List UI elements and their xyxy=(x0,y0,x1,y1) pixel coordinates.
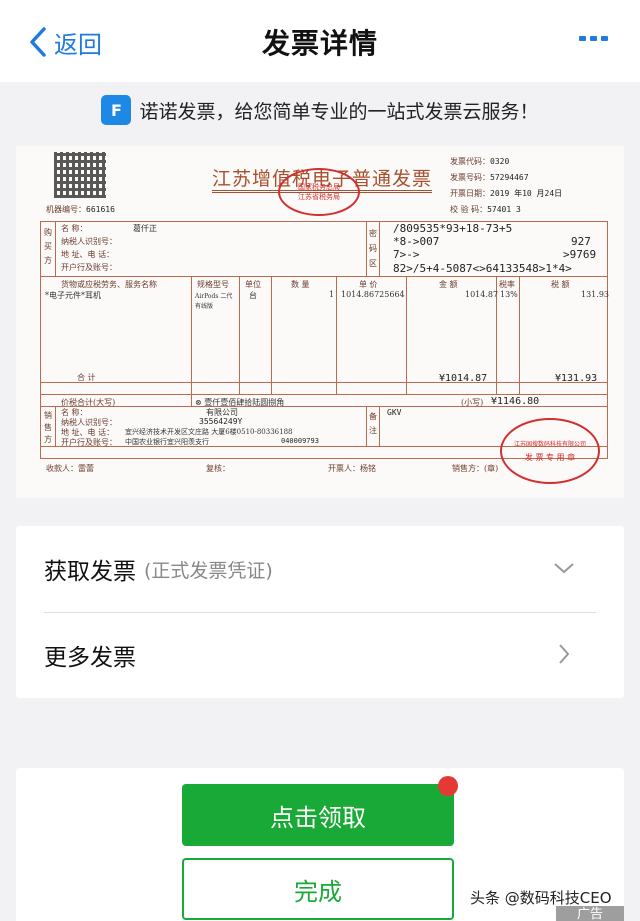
buyer-field-bank: 开户行及账号： xyxy=(61,263,117,272)
col-header-rate: 税率 xyxy=(499,280,515,289)
get-invoice-sub: (正式发票凭证) xyxy=(144,559,273,582)
item-name: *电子元件*耳机 xyxy=(45,291,101,300)
get-invoice-row[interactable]: 获取发票 (正式发票凭证) xyxy=(16,526,624,612)
stamp-bottom-text: 江苏省税务局 xyxy=(298,193,340,201)
get-invoice-label: 获取发票 xyxy=(44,559,136,585)
notification-dot xyxy=(438,776,458,796)
more-dot-icon xyxy=(590,36,597,41)
col-header-price: 单 价 xyxy=(359,280,378,289)
item-amount: 1014.87 xyxy=(465,290,499,299)
cipher-line: 82>/5+4-5087<>64133548>1*4> xyxy=(393,262,572,275)
buyer-name: 葛仟正 xyxy=(133,224,157,233)
promo-banner: F 诺诺发票，给您简单专业的一站式发票云服务！ xyxy=(0,92,640,128)
more-options-button[interactable] xyxy=(579,36,608,41)
buyer-field-address: 地 址、电 话： xyxy=(61,250,115,259)
check-code-label: 校 验 码： xyxy=(450,205,488,214)
col-header-amount: 金 额 xyxy=(439,280,458,289)
invoice-no-label: 发票号码： xyxy=(450,173,490,182)
done-button[interactable]: 完成 xyxy=(182,858,454,920)
buyer-side-label: 购买方 xyxy=(44,228,52,265)
tax-bureau-stamp: 国家税务总局 江苏省税务局 xyxy=(278,168,360,216)
chevron-right-icon xyxy=(559,644,570,664)
payee: 雷蕾 xyxy=(78,464,94,473)
total-amount: ¥1014.87 xyxy=(439,373,488,384)
invoice-code: 0320 xyxy=(490,157,510,166)
seller-tax-id: 35564249Y xyxy=(199,417,243,426)
remark-text: GKV xyxy=(387,408,402,417)
cipher-line: 7>-> xyxy=(393,248,420,261)
grand-small-label: (小写) xyxy=(461,398,484,407)
nuonuo-logo-icon: F xyxy=(101,95,132,125)
item-unit: 台 xyxy=(249,291,257,300)
col-header-tax: 税 额 xyxy=(551,280,570,289)
col-header-qty: 数 量 xyxy=(291,280,310,289)
col-header-unit: 单位 xyxy=(245,280,261,289)
check-code: 57401 3 xyxy=(487,205,521,214)
page-title: 发票详情 xyxy=(261,27,378,60)
ad-badge: 广告 xyxy=(556,906,624,921)
qr-code-icon xyxy=(54,152,106,198)
cipher-line: /809535*93+18-73+5 xyxy=(393,222,513,235)
circle-x-icon: ⊗ xyxy=(195,398,202,407)
total-label: 合 计 xyxy=(77,373,96,382)
grand-total-words: 壹仟壹佰肆拾陆圆捌角 xyxy=(204,398,285,407)
item-qty: 1 xyxy=(329,290,335,299)
seller-stamp-text: 江苏国搜数码科技有限公司 xyxy=(513,441,586,448)
seller-bank: 中国农业银行宜兴阳羡支行 xyxy=(125,438,209,446)
total-tax: ¥131.93 xyxy=(555,373,598,384)
seller-bank-no: 040009793 xyxy=(281,437,319,445)
issue-date-label: 开票日期： xyxy=(450,189,490,198)
col-header-spec: 规格型号 xyxy=(197,280,229,289)
chevron-down-icon xyxy=(554,563,574,574)
seller-invoice-stamp: 江苏国搜数码科技有限公司 发 票 专 用 章 xyxy=(500,418,600,484)
cipher-right: 927 xyxy=(571,235,591,248)
buyer-field-name: 名 称： xyxy=(61,224,88,233)
drawer: 杨铭 xyxy=(360,464,376,473)
item-tax: 131.93 xyxy=(581,290,609,299)
item-price: 1014.86725664 xyxy=(341,290,405,299)
navigation-bar: 返回 发票详情 xyxy=(0,0,640,82)
seller-stamp-bottom: 发 票 专 用 章 xyxy=(524,453,576,462)
cipher-right: >9769 xyxy=(563,248,597,261)
reviewer-label: 复核： xyxy=(206,464,230,473)
more-dot-icon xyxy=(579,36,586,41)
buyer-field-taxid: 纳税人识别号： xyxy=(61,237,117,246)
invoice-code-label: 发票代码： xyxy=(450,157,490,166)
machine-no-label: 机器编号： xyxy=(46,205,86,214)
stamp-top-text: 国家税务总局 xyxy=(298,183,340,191)
claim-button[interactable]: 点击领取 xyxy=(182,784,454,846)
invoice-options-card: 获取发票 (正式发票凭证) 更多发票 xyxy=(16,526,624,698)
issue-date: 2019 年10 月24日 xyxy=(490,189,563,198)
drawer-label: 开票人： xyxy=(328,464,360,473)
seller-field-bank: 开户行及账号： xyxy=(61,438,117,447)
seller-side-label: 销售方 xyxy=(44,411,52,444)
cipher-side-label: 密码区 xyxy=(369,229,377,268)
col-header-item: 货物或应税劳务、服务名称 xyxy=(61,280,157,289)
item-rate: 13% xyxy=(500,290,518,299)
more-invoices-row[interactable]: 更多发票 xyxy=(16,612,624,698)
cipher-line: *8->007 xyxy=(393,235,440,248)
more-dot-icon xyxy=(601,36,608,41)
invoice-preview[interactable]: 机器编号：661616 江苏增值税电子普通发票 国家税务总局 江苏省税务局 发票… xyxy=(16,146,624,498)
seller-sign-label: 销售方：(章) xyxy=(452,464,499,473)
more-invoices-label: 更多发票 xyxy=(44,645,136,671)
remark-side-label: 备注 xyxy=(369,412,377,435)
seller-address: 宜兴经济技术开发区文庄路 大厦6楼0510-80336188 xyxy=(125,428,293,436)
grand-total-value: ¥1146.80 xyxy=(491,396,540,407)
machine-no: 661616 xyxy=(86,205,115,214)
item-spec: AirPods 二代 有线版 xyxy=(195,293,233,310)
source-watermark: 头条 @数码科技CEO xyxy=(470,889,612,907)
invoice-no: 57294467 xyxy=(490,173,529,182)
payee-label: 收款人： xyxy=(46,464,78,473)
banner-text: 诺诺发票，给您简单专业的一站式发票云服务！ xyxy=(139,100,539,123)
